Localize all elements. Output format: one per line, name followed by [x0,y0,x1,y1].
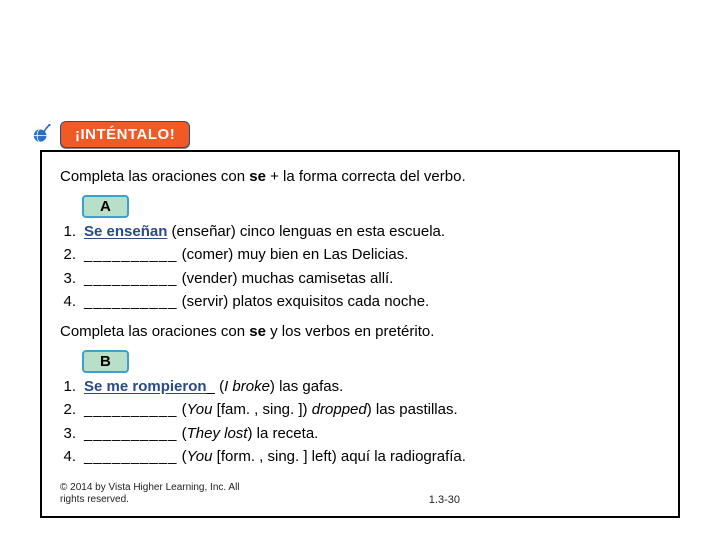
verb-hint: (enseñar) [172,223,236,240]
instruction-a: Completa las oraciones con se + la forma… [60,168,660,185]
answer-filled: Se me rompieron [84,378,207,395]
instr-b-post: y los verbos en pretérito. [266,323,434,340]
sentence-rest: ) las pastillas. [367,401,458,418]
answer-blank[interactable]: __________ [84,246,177,263]
instr-a-pre: Completa las oraciones con [60,168,249,185]
hint-paren: (I broke [219,378,270,395]
sentence-rest: muchas camisetas allí. [237,270,393,287]
verb-hint: (vender) [182,270,238,287]
answer-blank[interactable]: __________ [84,448,177,465]
item-number: 1. [60,220,76,243]
list-item: 1. Se me rompieron (I broke) las gafas. [60,375,660,398]
page-number: 1.3-30 [429,494,460,506]
copyright: © 2014 by Vista Higher Learning, Inc. Al… [60,482,240,506]
list-item: 3. __________ (vender) muchas camisetas … [60,267,660,290]
answer-blank[interactable]: __________ [84,401,177,418]
item-number: 1. [60,375,76,398]
sentence-rest: ) aquí la radiografía. [332,448,466,465]
list-item: 2. __________ (comer) muy bien en Las De… [60,243,660,266]
item-number: 4. [60,290,76,313]
answer-filled: Se enseñan [84,223,167,240]
list-item: 4. __________ (servir) platos exquisitos… [60,290,660,313]
verb-hint: (comer) [182,246,234,263]
footer: © 2014 by Vista Higher Learning, Inc. Al… [60,482,660,506]
item-number: 4. [60,445,76,468]
list-item: 2. __________ (You [fam. , sing. ]) drop… [60,398,660,421]
sentence-rest: ) las gafas. [270,378,343,395]
answer-blank[interactable]: __________ [84,293,177,310]
instr-a-post: + la forma correcta del verbo. [266,168,466,185]
item-number: 3. [60,267,76,290]
sentence-rest: cinco lenguas en esta escuela. [236,223,445,240]
verb-hint: (servir) [182,293,229,310]
hint-paren: (You [fam. , sing. ]) dropped [182,401,367,418]
sentence-rest: ) la receta. [247,425,318,442]
banner: ¡INTÉNTALO! [28,120,190,148]
banner-text: ¡INTÉNTALO! [75,126,175,143]
list-item: 1. Se enseñan (enseñar) cinco lenguas en… [60,220,660,243]
item-number: 2. [60,243,76,266]
sentence-rest: muy bien en Las Delicias. [233,246,408,263]
item-number: 2. [60,398,76,421]
instr-b-pre: Completa las oraciones con [60,323,249,340]
exercise-frame: Completa las oraciones con se + la forma… [40,150,680,518]
globe-icon [28,120,56,148]
banner-pill: ¡INTÉNTALO! [60,121,190,148]
answer-blank[interactable]: __________ [84,425,177,442]
item-number: 3. [60,422,76,445]
exercise-list-b: 1. Se me rompieron (I broke) las gafas. … [60,375,660,468]
sentence-rest: platos exquisitos cada noche. [228,293,429,310]
hint-paren: (They lost [182,425,248,442]
list-item: 3. __________ (They lost) la receta. [60,422,660,445]
exercise-list-a: 1. Se enseñan (enseñar) cinco lenguas en… [60,220,660,313]
list-item: 4. __________ (You [form. , sing. ] left… [60,445,660,468]
hint-paren: (You [form. , sing. ] left [182,448,332,465]
instr-a-bold: se [249,168,266,185]
section-label-a: A [82,195,129,218]
answer-underline [207,378,215,395]
instruction-b: Completa las oraciones con se y los verb… [60,323,660,340]
answer-blank[interactable]: __________ [84,270,177,287]
instr-b-bold: se [249,323,266,340]
section-label-b: B [82,350,129,373]
